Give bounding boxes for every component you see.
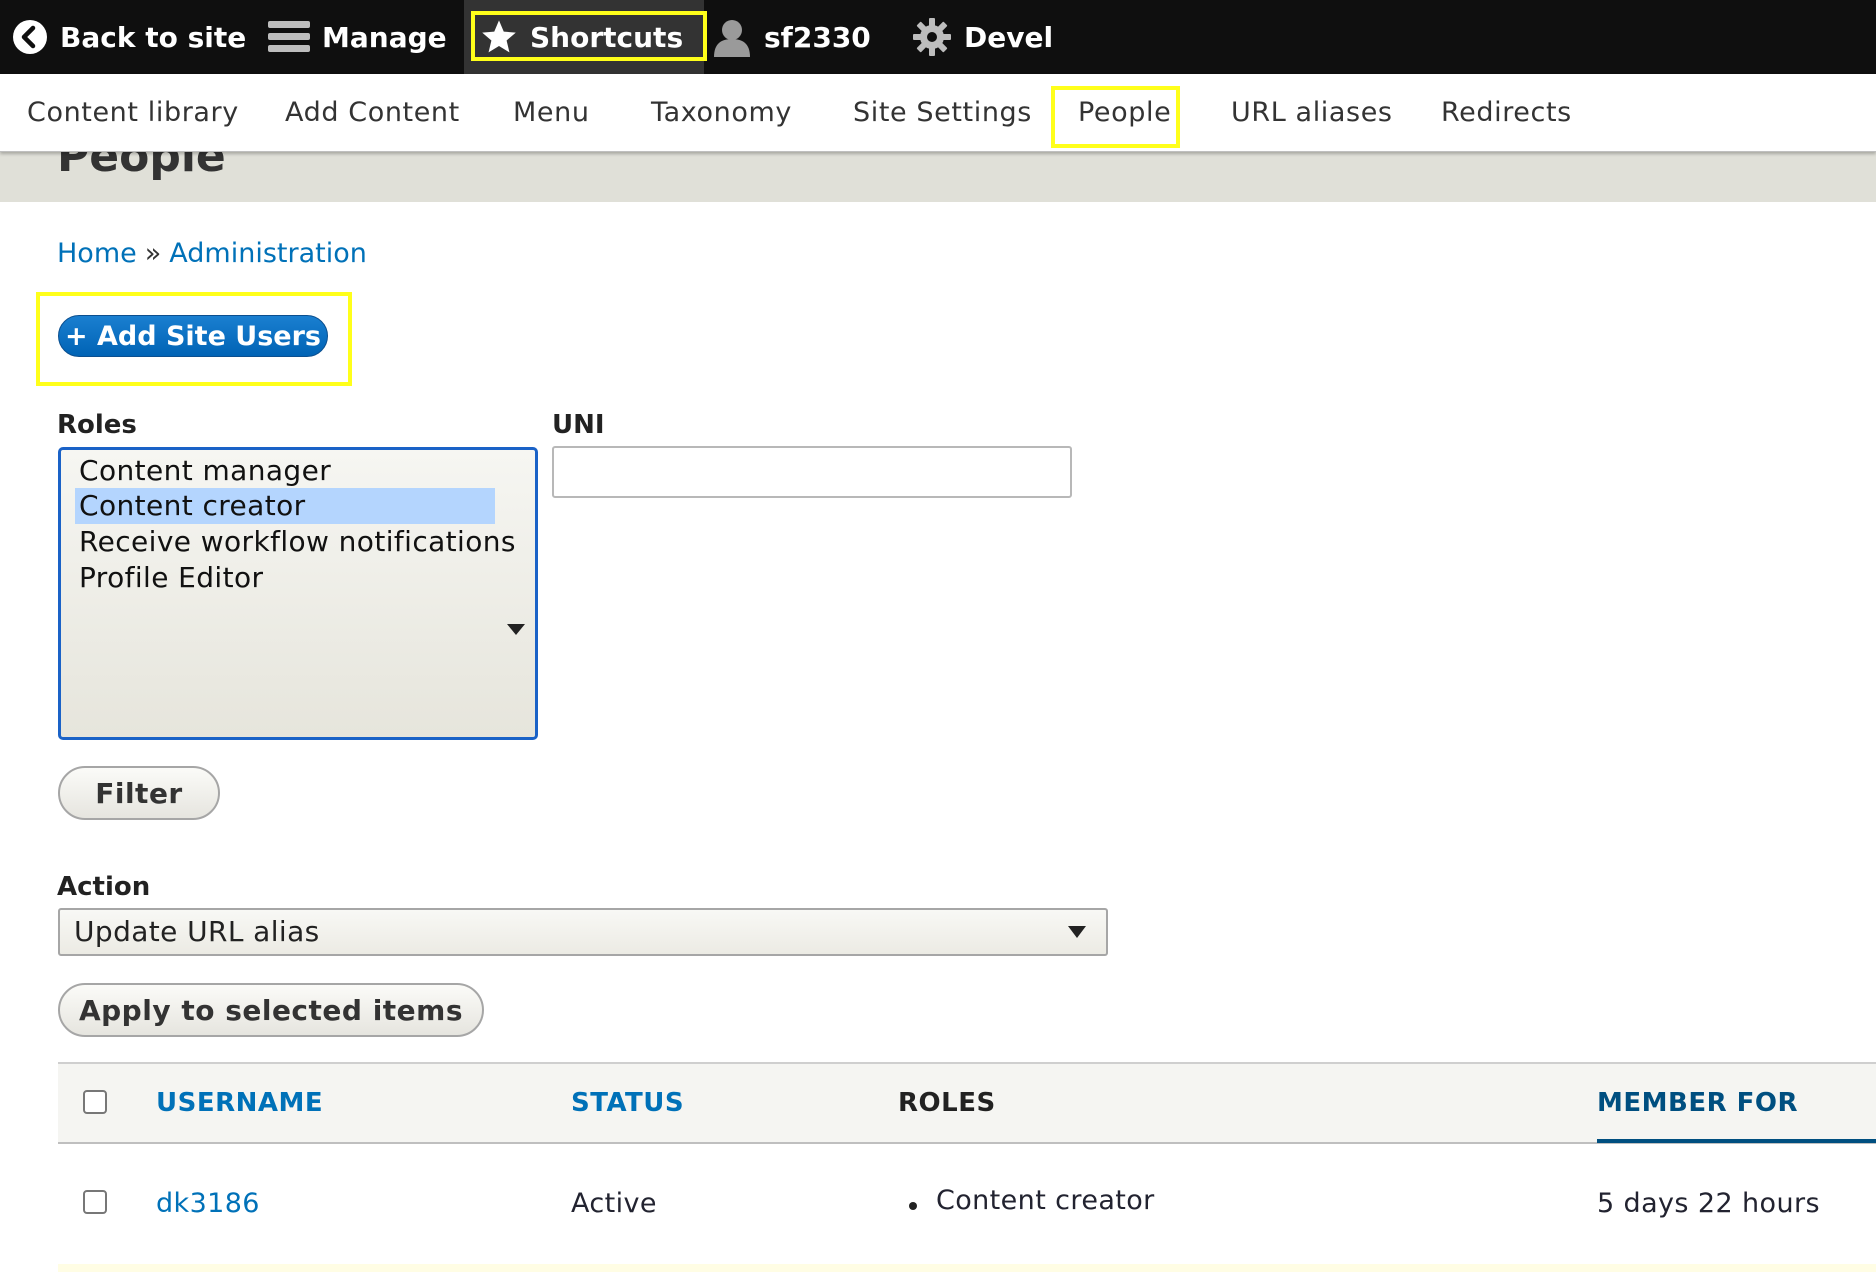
role-option-profile-editor[interactable]: Profile Editor	[75, 560, 495, 596]
role-option-content-creator[interactable]: Content creator	[75, 488, 495, 524]
username-label: sf2330	[764, 20, 871, 54]
role-option-receive-workflow-notifications[interactable]: Receive workflow notifications	[75, 524, 516, 560]
uni-label: UNI	[552, 410, 605, 440]
shortcuts-menu[interactable]: Shortcuts	[470, 0, 704, 74]
roles-label: Roles	[57, 410, 137, 440]
users-table-header: USERNAME STATUS ROLES MEMBER FOR	[58, 1062, 1876, 1144]
tray-item-menu[interactable]: Menu	[513, 74, 590, 151]
active-sort-indicator	[1597, 1139, 1876, 1143]
hamburger-icon	[268, 19, 310, 55]
tray-item-add-content[interactable]: Add Content	[285, 74, 460, 151]
tray-item-people[interactable]: People	[1078, 74, 1171, 151]
tray-item-site-settings[interactable]: Site Settings	[853, 74, 1032, 151]
tray-item-content-library[interactable]: Content library	[27, 74, 239, 151]
row-member-for: 5 days 22 hours	[1597, 1188, 1820, 1219]
back-arrow-icon	[12, 19, 48, 55]
row-role: Content creator	[936, 1185, 1155, 1216]
shortcuts-label: Shortcuts	[530, 20, 684, 54]
user-icon	[712, 17, 752, 57]
admin-toolbar: Back to site Manage Shortcuts sf2330 Dev…	[0, 0, 1876, 74]
row-select-checkbox[interactable]	[83, 1190, 107, 1214]
bullet-icon	[909, 1202, 917, 1210]
next-row-strip	[58, 1264, 1876, 1272]
manage-menu[interactable]: Manage	[268, 0, 447, 74]
back-to-site-label: Back to site	[60, 20, 247, 54]
action-select[interactable]: Update URL alias	[58, 908, 1108, 956]
devel-label: Devel	[964, 20, 1054, 54]
page-header: People	[0, 151, 1876, 202]
gear-icon	[912, 17, 952, 57]
action-selected-value: Update URL alias	[74, 915, 320, 948]
breadcrumb-home[interactable]: Home	[57, 238, 137, 269]
tray-item-redirects[interactable]: Redirects	[1441, 74, 1572, 151]
filter-button[interactable]: Filter	[58, 766, 220, 820]
back-to-site-link[interactable]: Back to site	[12, 0, 246, 74]
uni-input[interactable]	[552, 446, 1072, 498]
breadcrumb-administration[interactable]: Administration	[169, 238, 367, 269]
admin-tray: Content library Add Content Menu Taxonom…	[0, 74, 1876, 152]
roles-multiselect[interactable]: Content manager Content creator Receive …	[58, 447, 538, 740]
row-status: Active	[571, 1188, 657, 1219]
star-icon	[480, 18, 518, 56]
manage-label: Manage	[322, 20, 447, 54]
devel-menu[interactable]: Devel	[912, 0, 1053, 74]
action-label: Action	[57, 872, 151, 902]
select-all-checkbox[interactable]	[83, 1090, 107, 1114]
tray-item-url-aliases[interactable]: URL aliases	[1231, 74, 1393, 151]
row-username-link[interactable]: dk3186	[156, 1188, 260, 1219]
user-menu[interactable]: sf2330	[712, 0, 871, 74]
dropdown-arrow-icon[interactable]	[507, 624, 525, 635]
breadcrumb: Home» Administration	[57, 238, 367, 269]
column-status[interactable]: STATUS	[571, 1088, 684, 1118]
add-site-users-button[interactable]: + Add Site Users	[58, 315, 328, 357]
tray-item-taxonomy[interactable]: Taxonomy	[651, 74, 792, 151]
column-username[interactable]: USERNAME	[156, 1088, 323, 1118]
breadcrumb-separator: »	[144, 238, 162, 269]
dropdown-arrow-icon	[1068, 926, 1086, 938]
page-title: People	[57, 151, 226, 182]
role-option-content-manager[interactable]: Content manager	[75, 453, 495, 489]
apply-to-selected-button[interactable]: Apply to selected items	[58, 983, 484, 1037]
table-row: dk3186 Active Content creator 5 days 22 …	[58, 1144, 1876, 1266]
column-member-for[interactable]: MEMBER FOR	[1597, 1088, 1798, 1118]
column-roles: ROLES	[898, 1088, 996, 1118]
